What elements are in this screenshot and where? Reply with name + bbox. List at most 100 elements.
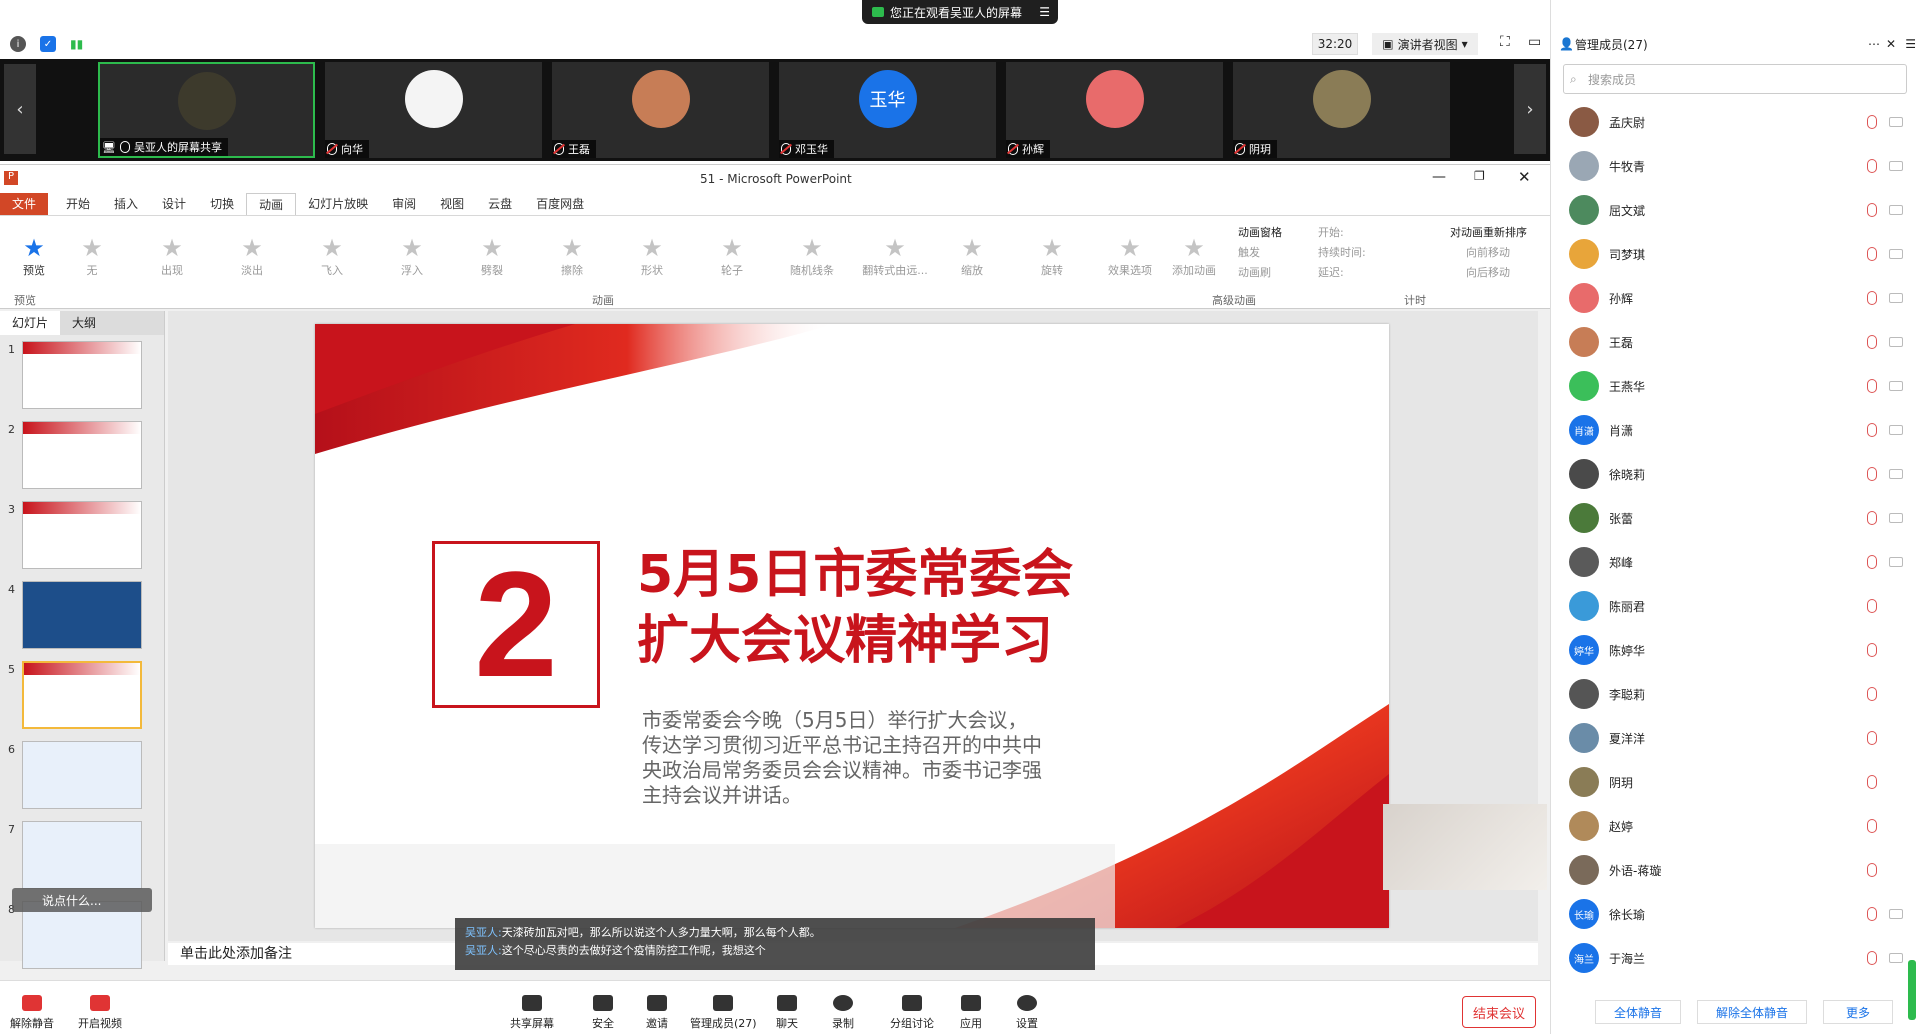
tab-view[interactable]: 视图 [428,193,476,215]
video-off-icon[interactable] [1889,117,1903,127]
shield-icon[interactable]: ✓ [40,36,56,52]
chat-input-prompt[interactable]: 说点什么... [12,888,152,912]
view-mode-dropdown[interactable]: ▣ 演讲者视图 ▾ [1372,33,1478,55]
record-button[interactable]: 录制 [832,995,854,1031]
anim-swivel[interactable]: ★ 旋转 [1022,234,1082,280]
video-tile[interactable]: 🖥 吴亚人的屏幕共享 [98,62,315,158]
video-off-icon[interactable] [1889,425,1903,435]
video-off-icon[interactable] [1889,205,1903,215]
member-row[interactable]: 外语-蒋璇 [1569,852,1909,888]
tab-transitions[interactable]: 切换 [198,193,246,215]
anim-wheel[interactable]: ★ 轮子 [702,234,762,280]
mic-muted-icon[interactable] [1867,335,1877,349]
video-off-icon[interactable] [1889,337,1903,347]
mic-muted-icon[interactable] [1867,291,1877,305]
animation-pane-button[interactable]: 动画窗格 [1238,224,1282,240]
member-row[interactable]: 司梦琪 [1569,236,1909,272]
slide-canvas[interactable]: 2 5月5日市委常委会 扩大会议精神学习 市委常委会今晚（5月5日）举行扩大会议… [168,311,1538,941]
add-animation-button[interactable]: ★ 添加动画 [1164,234,1224,280]
mic-muted-icon[interactable] [1867,115,1877,129]
mic-muted-icon[interactable] [1867,863,1877,877]
member-row[interactable]: 肖潇 肖潇 [1569,412,1909,448]
member-row[interactable]: 婷华 陈婷华 [1569,632,1909,668]
unmute-button[interactable]: 解除静音 [10,995,54,1031]
tab-cloud[interactable]: 云盘 [476,193,524,215]
anim-zoom[interactable]: ★ 缩放 [942,234,1002,280]
mic-muted-icon[interactable] [1867,379,1877,393]
start-video-button[interactable]: 开启视频 [78,995,122,1031]
fullscreen-icon[interactable]: ⛶ [1500,34,1510,50]
anim-appear[interactable]: ★ 出现 [142,234,202,280]
invite-button[interactable]: 邀请 [646,995,668,1031]
member-row[interactable]: 孙辉 [1569,280,1909,316]
video-off-icon[interactable] [1889,293,1903,303]
member-row[interactable]: 长瑜 徐长瑜 [1569,896,1909,932]
video-tile[interactable]: 阴玥 [1233,62,1450,158]
mic-muted-icon[interactable] [1867,951,1877,965]
slide-thumbnail-selected[interactable] [22,661,142,729]
mic-muted-icon[interactable] [1867,247,1877,261]
mic-muted-icon[interactable] [1867,511,1877,525]
anim-fly-in[interactable]: ★ 飞入 [302,234,362,280]
tab-slideshow[interactable]: 幻灯片放映 [296,193,380,215]
member-row[interactable]: 王燕华 [1569,368,1909,404]
signal-icon[interactable]: ▮▮ [70,37,83,51]
security-button[interactable]: 安全 [592,995,614,1031]
strip-next-arrow[interactable]: › [1514,64,1546,154]
mic-muted-icon[interactable] [1867,819,1877,833]
mic-muted-icon[interactable] [1867,203,1877,217]
tab-animations[interactable]: 动画 [246,193,297,215]
member-search-input[interactable]: ⌕ 搜索成员 [1563,64,1907,94]
member-row[interactable]: 李聪莉 [1569,676,1909,712]
tab-slides[interactable]: 幻灯片 [0,311,61,335]
video-off-icon[interactable] [1889,513,1903,523]
anim-fade[interactable]: ★ 淡出 [222,234,282,280]
share-screen-button[interactable]: 共享屏幕 [510,995,554,1031]
preview-button[interactable]: ★ 预览 [4,234,64,280]
member-row[interactable]: 屈文斌 [1569,192,1909,228]
video-tile[interactable]: 孙辉 [1006,62,1223,158]
video-tile[interactable]: 向华 [325,62,542,158]
member-row[interactable]: 阴玥 [1569,764,1909,800]
mic-muted-icon[interactable] [1867,159,1877,173]
anim-wipe[interactable]: ★ 擦除 [542,234,602,280]
animation-painter-button[interactable]: 动画刷 [1238,264,1271,280]
settings-button[interactable]: 设置 [1016,995,1038,1031]
anim-grow-turn[interactable]: ★ 翻转式由远... [858,234,932,280]
video-tile[interactable]: 王磊 [552,62,769,158]
slide-thumbnail[interactable] [22,341,142,409]
chat-button[interactable]: 聊天 [776,995,798,1031]
mic-muted-icon[interactable] [1867,775,1877,789]
slide-thumbnail[interactable] [22,581,142,649]
more-icon[interactable]: ⋯ [1868,37,1880,51]
video-off-icon[interactable] [1889,469,1903,479]
breakout-button[interactable]: 分组讨论 [890,995,934,1031]
menu-icon[interactable]: ☰ [1039,5,1050,19]
anim-none[interactable]: ★ 无 [62,234,122,280]
screen-share-banner[interactable]: 您正在观看吴亚人的屏幕 ☰ [862,0,1058,24]
effect-options-button[interactable]: ★ 效果选项 [1100,234,1160,280]
tab-review[interactable]: 审阅 [380,193,428,215]
slide-thumbnail[interactable] [22,821,142,889]
current-slide[interactable]: 2 5月5日市委常委会 扩大会议精神学习 市委常委会今晚（5月5日）举行扩大会议… [315,324,1389,928]
member-row[interactable]: 牛牧青 [1569,148,1909,184]
slide-thumbnail[interactable] [22,501,142,569]
member-row[interactable]: 陈丽君 [1569,588,1909,624]
member-row[interactable]: 郑峰 [1569,544,1909,580]
member-row[interactable]: 张蕾 [1569,500,1909,536]
mic-muted-icon[interactable] [1867,907,1877,921]
mic-muted-icon[interactable] [1867,687,1877,701]
unmute-all-button[interactable]: 解除全体静音 [1697,1000,1807,1024]
tab-outline[interactable]: 大纲 [60,311,108,335]
apps-button[interactable]: 应用 [960,995,982,1031]
video-off-icon[interactable] [1889,161,1903,171]
mic-muted-icon[interactable] [1867,643,1877,657]
mic-muted-icon[interactable] [1867,555,1877,569]
info-icon[interactable]: i [10,36,26,52]
trigger-button[interactable]: 触发 [1238,244,1260,260]
video-tile[interactable]: 玉华 邓玉华 [779,62,996,158]
video-off-icon[interactable] [1889,909,1903,919]
close-icon[interactable]: ✕ [1518,168,1531,186]
self-video-preview[interactable] [1383,804,1547,890]
strip-prev-arrow[interactable]: ‹ [4,64,36,154]
